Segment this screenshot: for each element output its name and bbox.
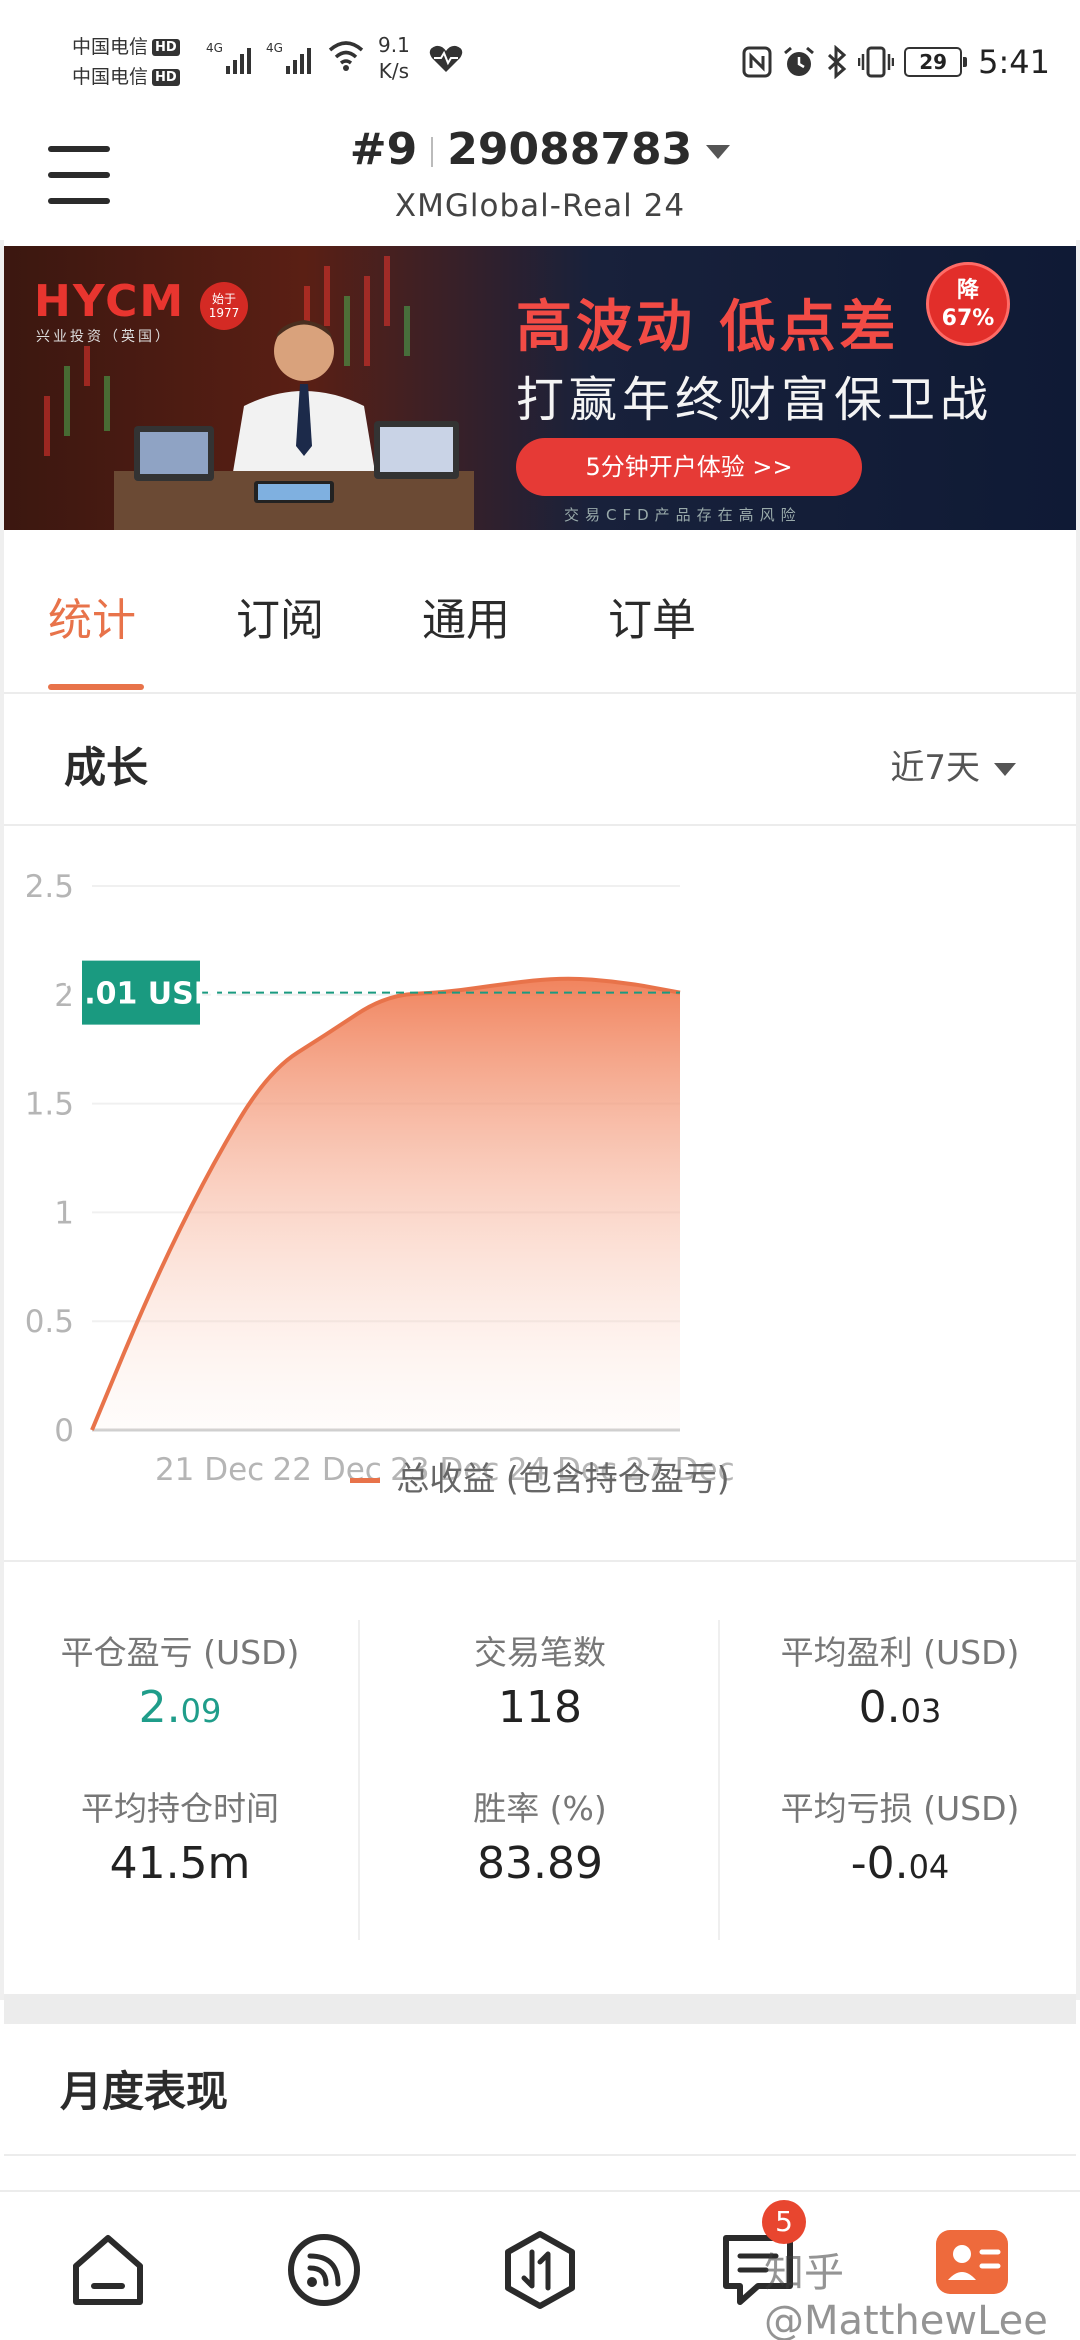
- banner-badge-line1: 降: [956, 278, 979, 303]
- health-heart-icon: [429, 45, 463, 72]
- stat-avg-profit-value: 0.03: [720, 1682, 1080, 1733]
- chart-legend: 总收益 (包含持仓盈亏): [0, 1452, 1080, 1500]
- wifi-icon: [328, 41, 364, 71]
- network-type-2: 4G: [266, 41, 283, 55]
- alarm-icon: [784, 46, 815, 76]
- trade-icon[interactable]: [500, 2230, 580, 2310]
- growth-chart: 00.511.522.521 Dec 22 Dec 23 Dec 24 Dec 27 D…: [25, 869, 735, 1488]
- stat-win-rate-label: 胜率 (%): [473, 1789, 607, 1828]
- stat-avg-hold: 平均持仓时间 41.5m: [0, 1782, 360, 1889]
- section-divider: [4, 1560, 1076, 1562]
- battery-indicator: 29: [904, 47, 968, 77]
- stat-avg-profit-label: 平均盈利 (USD): [780, 1633, 1020, 1672]
- period-label: 近7天: [890, 748, 980, 788]
- y-tick-label: 1.5: [25, 1087, 74, 1123]
- clock: 5:41: [978, 43, 1050, 81]
- carrier-2: 中国电信: [72, 66, 149, 88]
- legend-swatch: [350, 1478, 381, 1483]
- stat-avg-hold-label: 平均持仓时间: [81, 1789, 279, 1828]
- banner-badge-line2: 67%: [941, 306, 995, 331]
- y-tick-label: 1: [54, 1195, 74, 1231]
- stat-avg-profit-int: 0.: [858, 1682, 901, 1733]
- growth-title: 成长: [64, 743, 149, 792]
- stat-avg-loss-value: -0.04: [720, 1838, 1080, 1889]
- y-tick-label: 0: [54, 1413, 74, 1449]
- status-bar: 中国电信 HD 中国电信 HD 4G 4G 9.1 K/s 29 5:41: [0, 0, 1080, 110]
- stat-avg-loss: 平均亏损 (USD) -0.04: [720, 1782, 1080, 1889]
- series-area: [92, 978, 680, 1430]
- cell-signal-2-icon: 4G: [266, 41, 311, 74]
- stat-closed-pl: 平仓盈亏 (USD) 2.09: [0, 1626, 360, 1733]
- banner-cta-button[interactable]: 5分钟开户体验 >>: [516, 438, 862, 496]
- content-frame-right: [1076, 240, 1080, 2000]
- nfc-icon: [742, 46, 772, 78]
- stat-closed-pl-dec: 09: [180, 1692, 222, 1730]
- watermark: 知乎 @MatthewLee: [764, 2250, 1048, 2340]
- monthly-divider: [4, 2154, 1076, 2156]
- active-tab-indicator: [48, 684, 144, 690]
- stat-win-rate-value: 83.89: [477, 1838, 603, 1889]
- monthly-performance-title: 月度表现: [60, 2067, 229, 2116]
- tab-bar: 统计 订阅 通用 订单: [0, 532, 1080, 694]
- vibrate-icon: [858, 46, 895, 78]
- chevron-down-icon: [706, 145, 731, 159]
- stat-avg-loss-dec: 04: [908, 1848, 950, 1886]
- stat-closed-pl-value: 2.09: [0, 1682, 360, 1733]
- tab-general[interactable]: 通用: [422, 584, 510, 648]
- tab-statistics[interactable]: 统计: [48, 584, 136, 648]
- app-header: #9 29088783 XMGlobal-Real 24: [0, 110, 1080, 245]
- stat-avg-profit-dec: 03: [900, 1692, 942, 1730]
- network-speed-value: 9.1: [378, 33, 410, 57]
- network-type-1: 4G: [206, 41, 223, 55]
- account-number: 29088783: [447, 124, 693, 175]
- stat-avg-profit: 平均盈利 (USD) 0.03: [720, 1626, 1080, 1733]
- legend-label: 总收益 (包含持仓盈亏): [396, 1459, 730, 1498]
- banner-trader-illustration: [114, 320, 474, 530]
- account-selector[interactable]: #9 29088783: [0, 124, 1080, 175]
- stat-trades-label: 交易笔数: [474, 1633, 606, 1672]
- section-separator: [4, 1994, 1076, 2024]
- growth-section-header: 成长 近7天: [4, 694, 1076, 826]
- tab-orders[interactable]: 订单: [608, 584, 696, 648]
- stat-win-rate: 胜率 (%) 83.89: [360, 1782, 720, 1889]
- y-tick-label: 0.5: [25, 1304, 74, 1340]
- stat-avg-loss-int: -0.: [850, 1838, 909, 1889]
- server-name: XMGlobal-Real 24: [394, 188, 686, 224]
- stat-closed-pl-int: 2.: [138, 1682, 181, 1733]
- banner-headline: 高波动 低点差: [516, 295, 900, 360]
- stat-trades-value: 118: [498, 1682, 582, 1733]
- account-separator: [431, 137, 434, 167]
- banner-risk-notice: 交易CFD产品存在高风险: [564, 506, 802, 524]
- stat-closed-pl-label: 平仓盈亏 (USD): [60, 1633, 300, 1672]
- hd-badge-1: HD: [152, 39, 180, 56]
- banner-subline: 打赢年终财富保卫战: [516, 372, 994, 428]
- status-icons-right: 29 5:41: [742, 38, 1050, 86]
- account-index: #9: [349, 124, 418, 175]
- current-value-label: 2.01 USD: [63, 977, 218, 1012]
- network-speed: 9.1 K/s: [378, 32, 410, 84]
- stat-avg-hold-value: 41.5m: [109, 1838, 251, 1889]
- chevron-down-icon: [994, 763, 1016, 776]
- signals-feed-icon[interactable]: [284, 2230, 364, 2310]
- cell-signal-1-icon: 4G: [206, 41, 251, 74]
- y-tick-label: 2.5: [25, 869, 74, 905]
- home-icon[interactable]: [68, 2230, 148, 2310]
- hd-badge-2: HD: [152, 69, 180, 86]
- carrier-info: 中国电信 HD 中国电信 HD: [72, 32, 180, 92]
- tab-subscription[interactable]: 订阅: [236, 584, 324, 648]
- banner-discount-badge: 降 67%: [926, 262, 1010, 346]
- stat-avg-loss-label: 平均亏损 (USD): [780, 1789, 1020, 1828]
- period-selector[interactable]: 近7天: [890, 740, 1016, 789]
- carrier-1: 中国电信: [72, 36, 149, 58]
- stat-trades: 交易笔数 118: [360, 1626, 720, 1733]
- ad-banner[interactable]: HYCM 兴业投资（英国） 始于 1977 高波动 低点差 打赢年终财富保卫战 …: [4, 246, 1076, 530]
- bluetooth-icon: [828, 45, 847, 79]
- messages-badge: 5: [762, 2200, 806, 2244]
- network-speed-unit: K/s: [378, 59, 410, 83]
